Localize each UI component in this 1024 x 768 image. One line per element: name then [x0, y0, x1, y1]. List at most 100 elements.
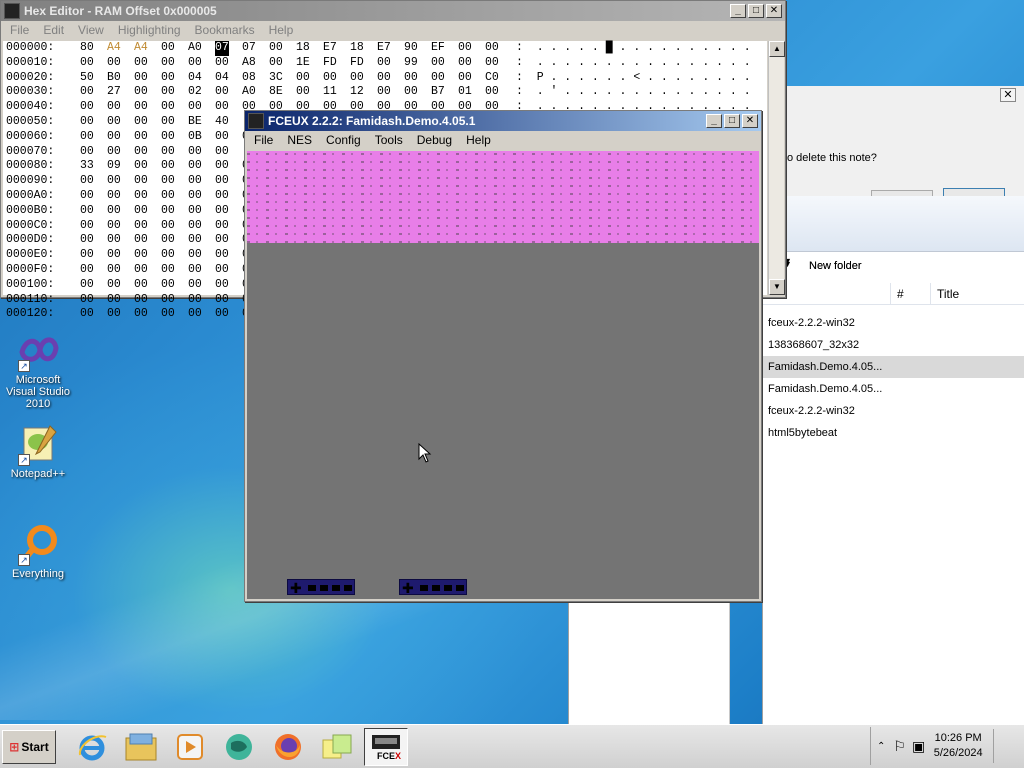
hex-byte[interactable]: 00: [215, 263, 242, 278]
hex-byte[interactable]: 02: [188, 85, 215, 100]
hex-byte[interactable]: 00: [161, 278, 188, 293]
hex-byte[interactable]: 00: [188, 233, 215, 248]
hex-row[interactable]: 000000: 80 A4 A4 00 A0 07 07 00 18 E7 18 E7 90 EF 00 00:…: [6, 41, 767, 56]
hex-byte[interactable]: 00: [80, 248, 107, 263]
hex-byte[interactable]: 00: [161, 85, 188, 100]
hex-byte[interactable]: 00: [323, 71, 350, 86]
hex-byte[interactable]: 00: [134, 56, 161, 71]
hex-byte[interactable]: 00: [134, 159, 161, 174]
hex-byte[interactable]: E7: [323, 41, 350, 56]
hex-byte[interactable]: 00: [161, 56, 188, 71]
hex-byte[interactable]: 0B: [188, 130, 215, 145]
menu-nes[interactable]: NES: [280, 133, 319, 147]
hex-byte[interactable]: 00: [458, 41, 485, 56]
desktop-icon-visual-studio[interactable]: ↗ Microsoft Visual Studio 2010: [0, 328, 76, 410]
hex-editor-titlebar[interactable]: Hex Editor - RAM Offset 0x000005 _ □ ✕: [1, 1, 785, 21]
hex-row-bytes[interactable]: 00 00 00 00 00 00 A8 00 1E FD FD 00 99 00 00 00: [80, 56, 516, 71]
taskbar-file-explorer[interactable]: [119, 728, 163, 766]
taskbar-sticky-notes[interactable]: [315, 728, 359, 766]
hex-vertical-scrollbar[interactable]: ▲ ▼: [768, 41, 785, 295]
hex-byte[interactable]: 00: [215, 174, 242, 189]
hex-byte[interactable]: EF: [431, 41, 458, 56]
hex-byte[interactable]: 00: [458, 56, 485, 71]
hex-byte[interactable]: 00: [107, 100, 134, 115]
hex-byte[interactable]: 00: [161, 71, 188, 86]
start-button[interactable]: ⊞ Start: [2, 729, 56, 764]
hex-row-bytes[interactable]: 80 A4 A4 00 A0 07 07 00 18 E7 18 E7 90 EF 00 00: [80, 41, 516, 56]
hex-byte[interactable]: 00: [107, 278, 134, 293]
hex-byte[interactable]: 00: [161, 248, 188, 263]
hex-byte[interactable]: 00: [161, 115, 188, 130]
hex-byte[interactable]: 00: [134, 278, 161, 293]
hex-byte[interactable]: A4: [107, 41, 134, 56]
hex-byte[interactable]: 00: [161, 130, 188, 145]
hex-byte[interactable]: B0: [107, 71, 134, 86]
hex-byte[interactable]: 00: [215, 85, 242, 100]
hex-byte[interactable]: 01: [458, 85, 485, 100]
menu-edit[interactable]: Edit: [36, 23, 71, 37]
hex-byte[interactable]: 00: [161, 145, 188, 160]
hex-byte[interactable]: 00: [215, 219, 242, 234]
hex-byte[interactable]: 00: [161, 189, 188, 204]
column-number[interactable]: #: [891, 283, 931, 304]
hex-byte[interactable]: C0: [485, 71, 512, 86]
hex-byte[interactable]: 00: [134, 100, 161, 115]
hex-byte[interactable]: 00: [134, 115, 161, 130]
dialog-close-button[interactable]: ✕: [1000, 88, 1016, 102]
hex-byte[interactable]: 00: [107, 189, 134, 204]
hex-byte[interactable]: 00: [161, 263, 188, 278]
hex-byte[interactable]: 00: [134, 293, 161, 308]
hex-byte[interactable]: 00: [134, 307, 161, 322]
taskbar-internet-explorer[interactable]: [70, 728, 114, 766]
hex-byte[interactable]: 00: [80, 115, 107, 130]
hex-byte[interactable]: A0: [188, 41, 215, 56]
column-title[interactable]: Title: [931, 283, 959, 305]
hex-byte[interactable]: 00: [134, 248, 161, 263]
menu-file[interactable]: File: [247, 133, 280, 147]
hex-byte[interactable]: 80: [80, 41, 107, 56]
hex-byte[interactable]: 00: [107, 204, 134, 219]
hex-byte[interactable]: 00: [215, 56, 242, 71]
hex-byte[interactable]: 99: [404, 56, 431, 71]
hex-byte[interactable]: 07: [242, 41, 269, 56]
hex-byte[interactable]: 00: [80, 204, 107, 219]
close-button[interactable]: ✕: [766, 4, 782, 18]
hex-byte[interactable]: 27: [107, 85, 134, 100]
hex-byte[interactable]: 00: [107, 293, 134, 308]
hex-byte[interactable]: 00: [188, 145, 215, 160]
hex-byte[interactable]: 00: [107, 307, 134, 322]
hex-byte[interactable]: FD: [350, 56, 377, 71]
file-item[interactable]: fceux-2.2.2-win32: [763, 312, 1024, 334]
hex-byte[interactable]: 1E: [296, 56, 323, 71]
menu-view[interactable]: View: [71, 23, 111, 37]
hex-byte[interactable]: 00: [215, 159, 242, 174]
menu-help[interactable]: Help: [262, 23, 301, 37]
maximize-button[interactable]: □: [724, 114, 740, 128]
hex-byte[interactable]: 00: [107, 233, 134, 248]
hex-byte[interactable]: 00: [215, 189, 242, 204]
hex-byte[interactable]: 00: [485, 85, 512, 100]
taskbar-media-player[interactable]: [168, 728, 212, 766]
hex-byte[interactable]: 00: [215, 248, 242, 263]
hex-byte[interactable]: 12: [350, 85, 377, 100]
file-item[interactable]: 138368607_32x32: [763, 334, 1024, 356]
hex-row[interactable]: 000010: 00 00 00 00 00 00 A8 00 1E FD FD 00 99 00 00 00:…: [6, 56, 767, 71]
hex-byte[interactable]: 04: [188, 71, 215, 86]
hex-byte[interactable]: 00: [188, 248, 215, 263]
hex-byte[interactable]: 00: [80, 56, 107, 71]
hex-byte[interactable]: 00: [161, 41, 188, 56]
show-desktop-button[interactable]: [993, 729, 1007, 763]
hex-byte[interactable]: 00: [458, 71, 485, 86]
hex-byte[interactable]: A8: [242, 56, 269, 71]
hex-byte[interactable]: 00: [134, 71, 161, 86]
hex-byte[interactable]: 00: [215, 278, 242, 293]
hex-byte[interactable]: 00: [269, 56, 296, 71]
hex-byte[interactable]: 00: [350, 71, 377, 86]
hex-byte[interactable]: 00: [161, 204, 188, 219]
menu-help[interactable]: Help: [459, 133, 498, 147]
clock[interactable]: 10:26 PM 5/26/2024: [927, 731, 989, 761]
hex-row[interactable]: 000030: 00 27 00 00 02 00 A0 8E 00 11 12 00 00 B7 01 00:…: [6, 85, 767, 100]
hex-byte[interactable]: 00: [107, 219, 134, 234]
show-hidden-icons-icon[interactable]: ⌃: [877, 741, 885, 752]
hex-byte[interactable]: 00: [188, 219, 215, 234]
